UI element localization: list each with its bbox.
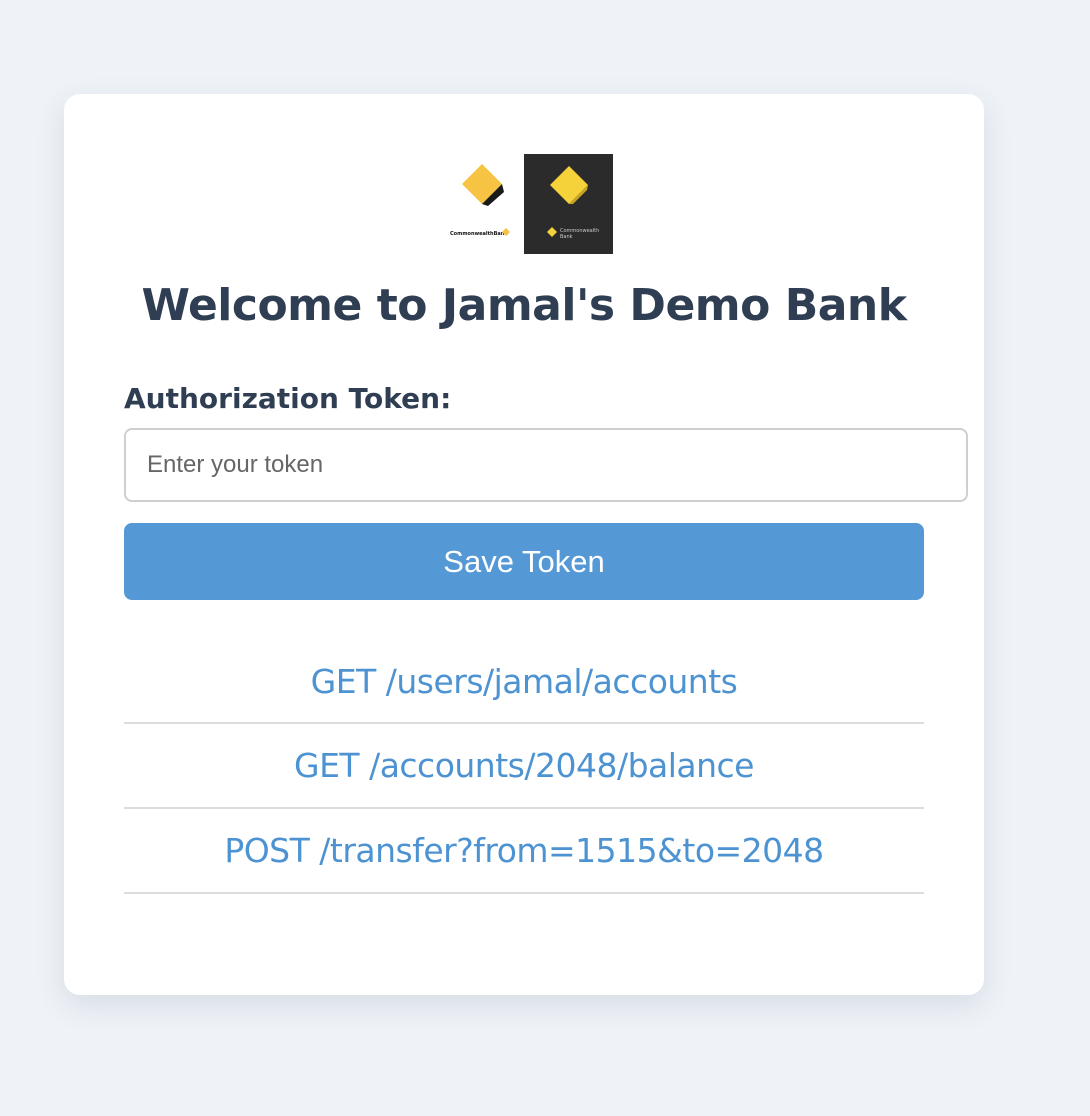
login-card: CommonwealthBank Commonwealth Bank Welco… <box>64 94 984 995</box>
token-input[interactable] <box>124 428 968 502</box>
endpoint-link-transfer[interactable]: POST /transfer?from=1515&to=2048 <box>224 831 824 870</box>
page-title: Welcome to Jamal's Demo Bank <box>141 280 907 331</box>
commbank-logo-dark: Commonwealth Bank <box>524 154 613 254</box>
svg-text:CommonwealthBank: CommonwealthBank <box>450 231 508 237</box>
token-label: Authorization Token: <box>124 382 452 415</box>
save-token-button[interactable]: Save Token <box>124 523 924 600</box>
commbank-logo-light: CommonwealthBank <box>450 154 514 254</box>
diamond-logo-dark-icon: Commonwealth Bank <box>547 166 599 240</box>
diamond-logo-icon: CommonwealthBank <box>450 164 510 237</box>
list-item: POST /transfer?from=1515&to=2048 <box>124 809 924 894</box>
list-item: GET /accounts/2048/balance <box>124 724 924 809</box>
endpoint-list: GET /users/jamal/accounts GET /accounts/… <box>124 640 924 894</box>
endpoint-link-balance[interactable]: GET /accounts/2048/balance <box>294 746 755 785</box>
svg-text:Bank: Bank <box>560 234 573 240</box>
list-item: GET /users/jamal/accounts <box>124 640 924 724</box>
bank-logos: CommonwealthBank Commonwealth Bank <box>450 154 613 254</box>
endpoint-link-accounts[interactable]: GET /users/jamal/accounts <box>311 662 738 701</box>
